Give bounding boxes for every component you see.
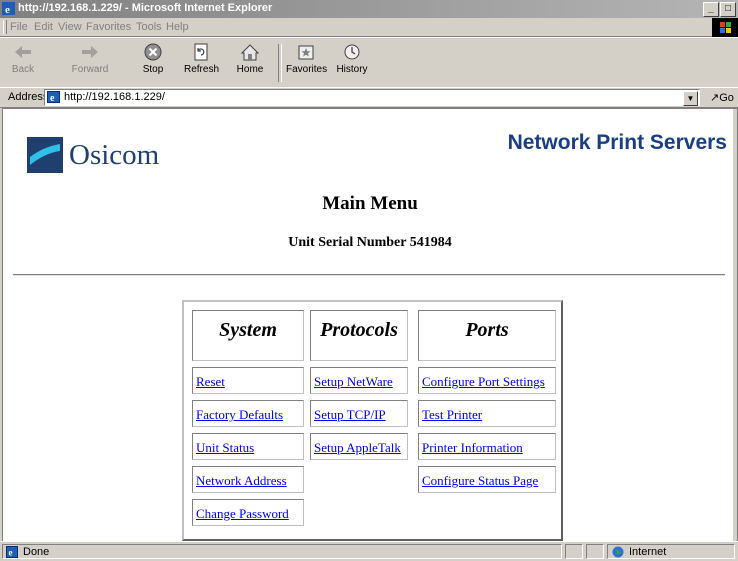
link-network-address[interactable]: Network Address xyxy=(196,473,287,488)
menu-file[interactable]: File xyxy=(10,21,28,33)
favorites-button[interactable]: Favorites xyxy=(286,42,327,75)
zone-pane: Internet xyxy=(607,544,735,559)
menu-table: System Protocols Ports Reset Factory Def… xyxy=(182,300,563,541)
ports-cell: Printer Information xyxy=(418,433,556,460)
address-url: http://192.168.1.229/ xyxy=(64,91,165,103)
page-content: Osicom Network Print Servers Main Menu U… xyxy=(2,108,738,542)
go-arrow-icon: ↗ xyxy=(710,92,720,104)
windows-flag-icon xyxy=(720,22,731,33)
status-text-pane: e Done xyxy=(2,544,562,559)
page-icon: e xyxy=(47,91,60,103)
minimize-button[interactable]: _ xyxy=(703,2,719,17)
windows-throbber xyxy=(712,18,738,38)
system-cell: Factory Defaults xyxy=(192,400,304,427)
system-cell: Unit Status xyxy=(192,433,304,460)
globe-icon xyxy=(612,546,624,558)
refresh-button[interactable]: Refresh xyxy=(184,42,219,75)
address-label: Address xyxy=(8,91,49,103)
system-cell: Reset xyxy=(192,367,304,394)
menu-bar: File Edit View Favorites Tools Help xyxy=(0,18,738,37)
forward-arrow-icon xyxy=(82,46,98,58)
vertical-scrollbar[interactable] xyxy=(733,109,737,541)
zone-text: Internet xyxy=(629,546,667,558)
menu-tools[interactable]: Tools xyxy=(136,21,162,33)
go-button[interactable]: ↗Go xyxy=(710,91,734,104)
maximize-button[interactable]: □ xyxy=(720,2,736,17)
status-pane xyxy=(565,544,583,559)
osicom-logo: Osicom xyxy=(27,137,187,175)
stop-icon xyxy=(144,43,162,61)
address-bar: Address e http://192.168.1.229/ ▼ ↗Go xyxy=(0,87,738,108)
protocols-cell: Setup NetWare xyxy=(310,367,408,394)
svg-text:e: e xyxy=(5,4,10,15)
toolbar-separator xyxy=(278,44,282,82)
history-button[interactable]: History xyxy=(334,42,370,75)
status-pane xyxy=(586,544,604,559)
ports-cell: Configure Status Page xyxy=(418,466,556,493)
divider xyxy=(13,274,725,276)
menu-favorites[interactable]: Favorites xyxy=(86,21,131,33)
protocols-cell: Setup TCP/IP xyxy=(310,400,408,427)
address-dropdown-button[interactable]: ▼ xyxy=(683,91,698,106)
system-cell: Change Password xyxy=(192,499,304,526)
menubar-grip[interactable] xyxy=(3,20,7,34)
link-configure-port-settings[interactable]: Configure Port Settings xyxy=(422,374,545,389)
back-arrow-icon xyxy=(15,46,31,58)
window-title: http://192.168.1.229/ - Microsoft Intern… xyxy=(18,2,273,14)
column-header-ports: Ports xyxy=(418,310,556,361)
column-header-protocols: Protocols xyxy=(310,310,408,361)
link-reset[interactable]: Reset xyxy=(196,374,225,389)
svg-text:e: e xyxy=(50,93,55,103)
link-factory-defaults[interactable]: Factory Defaults xyxy=(196,407,283,422)
logo-text: Osicom xyxy=(69,139,160,171)
ports-cell: Configure Port Settings xyxy=(418,367,556,394)
page-icon: e xyxy=(6,546,18,558)
home-button[interactable]: Home xyxy=(236,42,264,75)
ports-cell: Test Printer xyxy=(418,400,556,427)
stop-button[interactable]: Stop xyxy=(140,42,166,75)
status-text: Done xyxy=(23,546,50,558)
ie-logo-icon: e xyxy=(2,2,15,15)
history-icon xyxy=(344,44,360,60)
address-input[interactable]: e http://192.168.1.229/ ▼ xyxy=(44,89,700,106)
link-setup-tcpip[interactable]: Setup TCP/IP xyxy=(314,407,386,422)
status-bar: e Done Internet xyxy=(0,541,738,561)
link-test-printer[interactable]: Test Printer xyxy=(422,407,482,422)
osicom-logo-icon xyxy=(27,137,63,173)
menu-view[interactable]: View xyxy=(58,21,82,33)
serial-number: Unit Serial Number 541984 xyxy=(288,235,452,250)
page-title: Main Menu xyxy=(322,193,418,214)
window-title-bar[interactable]: e http://192.168.1.229/ - Microsoft Inte… xyxy=(0,0,738,18)
protocols-cell: Setup AppleTalk xyxy=(310,433,408,460)
favorites-icon xyxy=(298,45,314,60)
column-header-system: System xyxy=(192,310,304,361)
link-setup-netware[interactable]: Setup NetWare xyxy=(314,374,393,389)
refresh-icon xyxy=(194,43,208,61)
menu-help[interactable]: Help xyxy=(166,21,189,33)
standard-toolbar: Back Forward Stop Refresh Home Favorites… xyxy=(0,37,738,88)
svg-text:e: e xyxy=(9,548,13,558)
link-printer-information[interactable]: Printer Information xyxy=(422,440,523,455)
forward-button[interactable]: Forward xyxy=(70,42,110,75)
link-change-password[interactable]: Change Password xyxy=(196,506,289,521)
system-cell: Network Address xyxy=(192,466,304,493)
link-setup-appletalk[interactable]: Setup AppleTalk xyxy=(314,440,401,455)
back-button[interactable]: Back xyxy=(8,42,38,75)
link-unit-status[interactable]: Unit Status xyxy=(196,440,254,455)
home-icon xyxy=(240,44,260,61)
link-configure-status-page[interactable]: Configure Status Page xyxy=(422,473,538,488)
header-title: Network Print Servers xyxy=(507,131,727,154)
menu-edit[interactable]: Edit xyxy=(34,21,53,33)
